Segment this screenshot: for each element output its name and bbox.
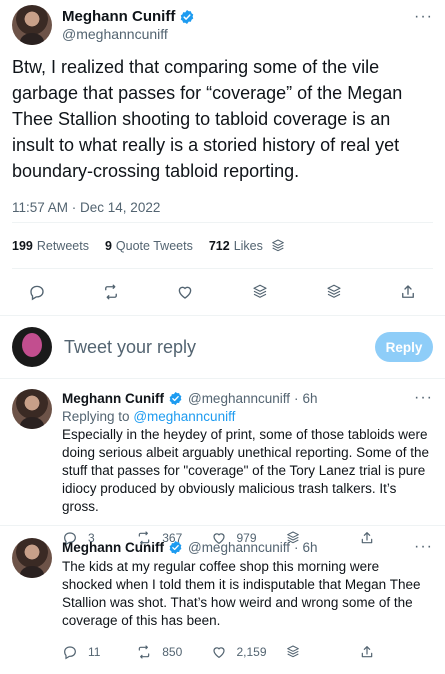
tweet-text: Especially in the heydey of print, some … — [62, 427, 429, 514]
author-name-line[interactable]: Meghann Cuniff — [62, 8, 195, 25]
reply-compose: Tweet your reply Reply — [0, 316, 445, 378]
tweet-timestamp[interactable]: 11:57 AM · Dec 14, 2022 — [12, 200, 433, 222]
tweet-header: Meghann Cuniff @meghanncuniff · 6h ··· — [62, 389, 433, 407]
reply-input[interactable]: Tweet your reply — [64, 337, 196, 358]
tweet-time[interactable]: 6h — [303, 540, 318, 555]
tweet-actions: 11 850 2,159 — [62, 630, 433, 674]
more-options-button[interactable]: ··· — [414, 538, 433, 556]
more-options-button[interactable]: ··· — [414, 8, 433, 26]
retweet-icon[interactable] — [102, 283, 120, 301]
main-tweet-actions — [0, 269, 445, 315]
more-options-button[interactable]: ··· — [414, 389, 433, 407]
author-name[interactable]: Meghann Cuniff — [62, 8, 175, 25]
retweets-label: Retweets — [36, 238, 89, 253]
author-avatar[interactable] — [12, 389, 52, 429]
author-row: Meghann Cuniff @meghanncuniff ··· — [12, 0, 433, 50]
replying-to-prefix: Replying to — [62, 409, 130, 424]
likes-stat[interactable]: 712 Likes — [209, 237, 287, 255]
author-name[interactable]: Meghann Cuniff — [62, 540, 164, 555]
author-handle[interactable]: @meghanncuniff — [188, 540, 290, 555]
tweet-text: The kids at my regular coffee shop this … — [62, 559, 421, 628]
quotes-count: 9 — [104, 238, 112, 253]
likes-count: 712 — [208, 238, 230, 253]
tweet-time[interactable]: 6h — [303, 391, 318, 406]
reply-tweet[interactable]: Meghann Cuniff @meghanncuniff · 6h ··· R… — [0, 379, 445, 546]
quotes-label: Quote Tweets — [115, 238, 193, 253]
separator-dot: · — [294, 390, 299, 406]
tweet-text: Btw, I realized that comparing some of t… — [12, 57, 403, 181]
reply-icon — [64, 646, 76, 660]
verified-badge-icon — [168, 539, 184, 555]
author-avatar[interactable] — [12, 538, 52, 578]
tweet-body: Meghann Cuniff @meghanncuniff · 6h ··· R… — [62, 389, 433, 546]
share-icon — [361, 646, 373, 658]
replying-to: Replying to @meghanncuniff — [62, 409, 433, 424]
author-name-block: Meghann Cuniff @meghanncuniff — [62, 8, 195, 42]
author-handle[interactable]: @meghanncuniff — [188, 391, 290, 406]
like-action[interactable]: 2,159 — [211, 644, 285, 660]
verified-badge-icon — [168, 390, 184, 406]
stack-icon — [269, 237, 287, 255]
author-name[interactable]: Meghann Cuniff — [62, 391, 164, 406]
stack-icon[interactable] — [251, 283, 269, 301]
tweet-header: Meghann Cuniff @meghanncuniff · 6h ··· — [62, 538, 433, 556]
share-icon[interactable] — [399, 283, 417, 301]
reply-button[interactable]: Reply — [375, 332, 433, 362]
tweet-body: Meghann Cuniff @meghanncuniff · 6h ··· T… — [62, 538, 433, 674]
reply-tweet[interactable]: Meghann Cuniff @meghanncuniff · 6h ··· T… — [0, 526, 445, 674]
author-handle[interactable]: @meghanncuniff — [62, 26, 195, 42]
quote-tweets-stat[interactable]: 9 Quote Tweets — [105, 239, 193, 253]
like-icon — [212, 647, 225, 659]
like-icon[interactable] — [176, 283, 194, 301]
stack-icon[interactable] — [325, 283, 343, 301]
author-avatar[interactable] — [12, 5, 52, 45]
reply-icon[interactable] — [28, 283, 46, 301]
retweets-count: 199 — [12, 238, 33, 253]
separator-dot: · — [294, 539, 299, 555]
share-action[interactable] — [359, 644, 375, 660]
verified-badge-icon — [179, 9, 195, 25]
likes-label: Likes — [233, 238, 263, 253]
stack-action[interactable] — [285, 644, 359, 660]
tweet-stats: 199 Retweets 9 Quote Tweets 712 Likes — [0, 223, 445, 268]
stack-icon — [286, 645, 299, 658]
reply-count: 11 — [88, 645, 101, 659]
retweet-count: 850 — [162, 645, 183, 659]
current-user-avatar[interactable] — [12, 327, 52, 367]
replying-to-mention[interactable]: @meghanncuniff — [133, 409, 235, 424]
retweets-stat[interactable]: 199 Retweets — [12, 239, 89, 253]
main-tweet: Meghann Cuniff @meghanncuniff ··· Btw, I… — [0, 0, 445, 222]
retweet-icon — [138, 645, 150, 659]
retweet-action[interactable]: 850 — [136, 644, 210, 660]
reply-action[interactable]: 11 — [62, 644, 136, 660]
like-count: 2,159 — [236, 645, 267, 659]
